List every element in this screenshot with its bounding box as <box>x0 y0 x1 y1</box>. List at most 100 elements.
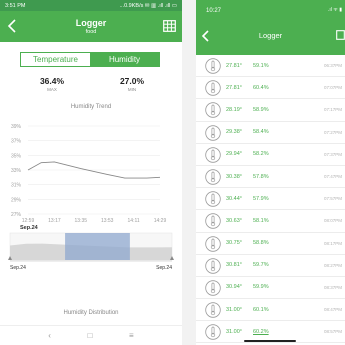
record-temperature: 31.00° <box>226 306 242 313</box>
status-bar: 3:51 PM ...0.9KB/s ✉ ▥ .ıll .ıll ▭ <box>0 0 182 11</box>
page-title: Logger <box>258 31 283 40</box>
record-time: 08:37PM <box>323 284 342 290</box>
trend-title: Humidity Trend <box>70 104 112 110</box>
record-humidity: 58.8% <box>253 240 269 247</box>
record-time: 08:27PM <box>323 262 342 268</box>
min-label: MIN <box>127 87 137 92</box>
record-temperature: 30.81° <box>226 262 242 269</box>
thermometer-icon <box>205 191 221 207</box>
x-tick-label: 13:17 <box>48 218 61 224</box>
thermometer-icon <box>205 324 221 340</box>
tab-humidity[interactable]: Humidity <box>90 53 159 66</box>
status-icons: .ıl ᯤ ▮ <box>328 7 342 13</box>
status-time: 10:27 <box>206 8 222 14</box>
record-time: 08:47PM <box>323 307 342 313</box>
record-temperature: 30.38° <box>226 173 242 180</box>
list-item[interactable]: 30.81° 59.7% 08:27PM <box>196 255 345 277</box>
thermometer-icon <box>205 302 221 318</box>
thermometer-icon <box>205 280 221 296</box>
y-tick-label: 33% <box>11 168 22 174</box>
record-temperature: 27.81° <box>226 84 242 91</box>
record-time: 07:47PM <box>323 174 342 180</box>
nav-back-icon[interactable]: ‹ <box>48 331 51 340</box>
list-item[interactable]: 31.00° 60.1% 08:47PM <box>196 299 345 322</box>
record-humidity: 57.8% <box>253 173 269 180</box>
min-stat: 27.0% MIN <box>102 76 162 92</box>
list-item[interactable]: 30.94° 59.9% 08:37PM <box>196 277 345 300</box>
metric-tabs: Temperature Humidity <box>20 52 160 67</box>
app-header: Logger food <box>0 11 182 42</box>
list-item[interactable]: 30.75° 58.8% 08:17PM <box>196 233 345 255</box>
thermometer-icon <box>205 124 221 141</box>
list-item[interactable]: 27.81° 59.1% 06:37PM <box>196 55 345 78</box>
thermometer-icon <box>205 58 221 74</box>
nav-home-icon[interactable]: □ <box>88 331 93 340</box>
max-stat: 36.4% MAX <box>22 76 82 92</box>
thermometer-icon <box>205 235 221 252</box>
record-humidity: 58.9% <box>253 106 269 113</box>
record-temperature: 30.63° <box>226 217 242 224</box>
record-temperature: 30.75° <box>226 240 242 247</box>
record-humidity: 60.4% <box>253 84 269 91</box>
record-time: 07:37PM <box>323 151 342 157</box>
list-item[interactable]: 29.38° 58.4% 07:27PM <box>196 122 345 144</box>
x-tick-label: 13:35 <box>75 218 88 224</box>
record-time: 08:57PM <box>323 329 342 335</box>
x-date-label: Sep.24 <box>20 225 39 231</box>
record-time: 07:17PM <box>323 107 342 113</box>
record-time: 08:07PM <box>323 218 342 224</box>
record-humidity: 58.4% <box>253 129 269 136</box>
list-item[interactable]: 27.81° 60.4% 07:07PM <box>196 77 345 100</box>
record-temperature: 29.94° <box>226 151 242 158</box>
navigator-end-label: Sep.24 <box>156 265 172 271</box>
list-item[interactable]: 30.63° 58.1% 08:07PM <box>196 210 345 233</box>
record-humidity: 58.2% <box>253 151 269 158</box>
record-time: 06:37PM <box>323 63 342 69</box>
max-value: 36.4% <box>39 76 65 86</box>
x-tick-label: 12:59 <box>22 218 35 224</box>
record-time: 08:17PM <box>323 240 342 246</box>
x-tick-label: 14:11 <box>128 218 140 224</box>
x-tick-label: 14:29 <box>154 218 167 224</box>
logger-records-screen: 10:27 .ıl ᯤ ▮ Logger 27.81° 59.1% 06:37PM 2… <box>196 0 345 345</box>
record-humidity: 59.7% <box>253 262 269 269</box>
navigator-selection <box>65 233 130 260</box>
page-subtitle: food <box>85 29 97 35</box>
status-time: 3:51 PM <box>5 2 26 9</box>
list-item[interactable]: 30.44° 57.9% 07:57PM <box>196 188 345 211</box>
x-tick-label: 13:53 <box>101 218 114 224</box>
records-list: 27.81° 59.1% 06:37PM 27.81° 60.4% 07:07PM 28.1… <box>196 55 345 344</box>
thermometer-icon <box>205 257 221 274</box>
list-item[interactable]: 28.19° 58.9% 07:17PM <box>196 99 345 122</box>
record-humidity: 57.9% <box>253 195 269 202</box>
tab-temperature[interactable]: Temperature <box>21 53 90 66</box>
app-header: 10:27 .ıl ᯤ ▮ Logger <box>196 0 345 55</box>
home-indicator[interactable] <box>244 340 296 342</box>
y-tick-label: 37% <box>11 139 22 145</box>
record-humidity: 58.1% <box>253 217 269 224</box>
logger-humidity-screen: 3:51 PM ...0.9KB/s ✉ ▥ .ıll .ıll ▭ Logge… <box>0 0 182 345</box>
list-item[interactable]: 30.38° 57.8% 07:47PM <box>196 166 345 189</box>
record-temperature: 27.81° <box>226 62 242 69</box>
min-value: 27.0% <box>119 76 145 86</box>
thermometer-icon <box>205 169 221 185</box>
y-tick-label: 27% <box>11 212 22 218</box>
record-temperature: 31.00° <box>226 328 242 335</box>
record-temperature: 30.44° <box>226 195 242 202</box>
record-humidity: 59.9% <box>253 284 269 291</box>
back-arrow-icon[interactable] <box>7 19 19 33</box>
record-time: 07:57PM <box>323 196 342 202</box>
y-tick-label: 39% <box>11 124 22 130</box>
table-view-icon[interactable] <box>163 20 176 32</box>
thermometer-icon <box>205 80 221 96</box>
record-humidity: 60.1% <box>253 306 269 313</box>
record-temperature: 28.19° <box>226 106 242 113</box>
record-humidity: 59.1% <box>253 62 269 69</box>
nav-menu-icon[interactable]: ≡ <box>129 331 134 340</box>
thermometer-icon <box>205 102 221 119</box>
list-item[interactable]: 29.94° 58.2% 07:37PM <box>196 144 345 166</box>
export-icon[interactable] <box>336 30 345 40</box>
y-tick-label: 31% <box>11 183 22 189</box>
android-nav-bar: ‹ □ ≡ <box>0 325 182 345</box>
y-tick-label: 29% <box>11 197 22 203</box>
